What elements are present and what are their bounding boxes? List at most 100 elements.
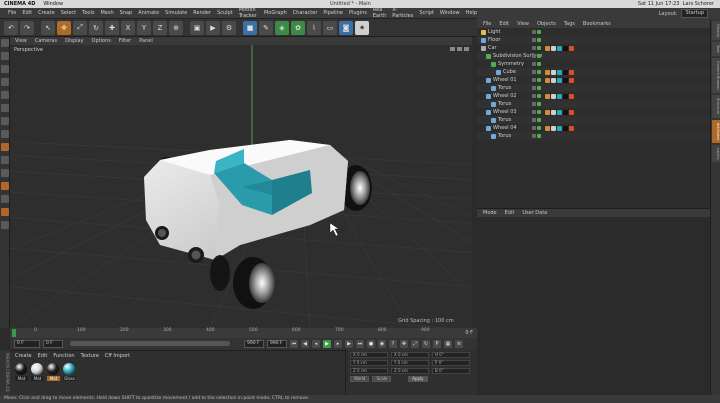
tag-icon[interactable] xyxy=(551,125,556,131)
object-visibility-flags[interactable] xyxy=(532,118,541,122)
render-view-icon[interactable]: ▣ xyxy=(190,20,204,35)
object-name[interactable]: Car xyxy=(488,44,497,52)
object-row[interactable]: Floor xyxy=(477,36,710,44)
menu-mesh[interactable]: Mesh xyxy=(100,10,113,16)
object-name-cell[interactable]: Torus xyxy=(491,100,511,108)
object-name[interactable]: Torus xyxy=(498,100,511,108)
object-name-cell[interactable]: Cube xyxy=(496,68,516,76)
material-ball-icon[interactable] xyxy=(47,363,59,375)
edges-mode-icon[interactable] xyxy=(1,104,9,112)
timeline-menu-icon[interactable]: ≡ xyxy=(455,340,463,348)
tag-icon[interactable] xyxy=(545,109,550,115)
object-menu-objects[interactable]: Objects xyxy=(537,21,556,27)
object-visibility-flags[interactable] xyxy=(532,62,541,66)
camera-icon[interactable]: ◙ xyxy=(339,20,353,35)
render-settings-icon[interactable]: ⚙ xyxy=(222,20,236,35)
menu-edit[interactable]: Edit xyxy=(22,10,32,16)
object-name[interactable]: Wheel 04 xyxy=(493,124,517,132)
menu-simulate[interactable]: Simulate xyxy=(165,10,187,16)
enabled-check-icon[interactable] xyxy=(537,118,541,122)
tag-icon[interactable] xyxy=(551,69,556,75)
object-row[interactable]: Torus xyxy=(477,100,710,108)
editor-visibility-icon[interactable] xyxy=(532,126,536,130)
object-row[interactable]: Car xyxy=(477,44,710,52)
autokey-icon[interactable]: ◉ xyxy=(378,340,386,348)
coord-field[interactable]: Y 0 cm xyxy=(350,360,388,366)
object-row[interactable]: Wheel 04 xyxy=(477,124,710,132)
keyframe-selection-icon[interactable]: ? xyxy=(389,340,397,348)
tweak-mode-icon[interactable] xyxy=(1,156,9,164)
editor-visibility-icon[interactable] xyxy=(532,102,536,106)
render-picture-viewer-icon[interactable]: ▶ xyxy=(206,20,220,35)
object-tags[interactable] xyxy=(545,125,574,131)
object-name-cell[interactable]: Floor xyxy=(481,36,500,44)
tag-icon[interactable] xyxy=(563,93,568,99)
coord-mode-world-select[interactable]: World xyxy=(350,376,370,382)
object-visibility-flags[interactable] xyxy=(532,94,541,98)
editor-visibility-icon[interactable] xyxy=(532,134,536,138)
object-row[interactable]: Wheel 01 xyxy=(477,76,710,84)
grid-icon[interactable] xyxy=(1,221,9,229)
object-name[interactable]: Floor xyxy=(488,36,500,44)
tag-icon[interactable] xyxy=(557,69,562,75)
object-name-cell[interactable]: Wheel 02 xyxy=(486,92,517,100)
object-name-cell[interactable]: Torus xyxy=(491,116,511,124)
object-name-cell[interactable]: Wheel 04 xyxy=(486,124,517,132)
object-name-cell[interactable]: Symmetry xyxy=(491,60,524,68)
previous-frame-icon[interactable]: ◂ xyxy=(312,340,320,348)
material-swatch[interactable]: Mat xyxy=(47,363,60,381)
viewport-perspective[interactable] xyxy=(10,45,472,328)
menu-motion-tracker[interactable]: Motion Tracker xyxy=(239,7,258,19)
points-mode-icon[interactable] xyxy=(1,91,9,99)
object-name[interactable]: Wheel 02 xyxy=(493,92,517,100)
side-tab-layers[interactable]: Layers xyxy=(712,144,720,163)
enabled-check-icon[interactable] xyxy=(537,70,541,74)
tag-icon[interactable] xyxy=(563,45,568,51)
tag-icon[interactable] xyxy=(563,69,568,75)
tag-icon[interactable] xyxy=(569,125,574,131)
object-row[interactable]: Wheel 02 xyxy=(477,92,710,100)
redo-icon[interactable]: ↷ xyxy=(20,20,34,35)
tag-icon[interactable] xyxy=(569,109,574,115)
menu-window[interactable]: Window xyxy=(440,10,460,16)
tag-icon[interactable] xyxy=(569,69,574,75)
tag-icon[interactable] xyxy=(551,77,556,83)
snap-icon[interactable] xyxy=(1,143,9,151)
object-name-cell[interactable]: Light xyxy=(481,28,500,36)
object-row[interactable]: Light xyxy=(477,28,710,36)
object-name[interactable]: Cube xyxy=(503,68,516,76)
menu-file[interactable]: File xyxy=(8,10,16,16)
object-row[interactable]: Torus xyxy=(477,132,710,140)
attribute-menu-user-data[interactable]: User Data xyxy=(522,210,547,216)
object-name[interactable]: Wheel 01 xyxy=(493,76,517,84)
undo-icon[interactable]: ↶ xyxy=(4,20,18,35)
coord-field[interactable]: P 0° xyxy=(432,360,470,366)
attribute-menu-mode[interactable]: Mode xyxy=(483,210,497,216)
paint-icon[interactable] xyxy=(1,208,9,216)
enabled-check-icon[interactable] xyxy=(537,126,541,130)
object-visibility-flags[interactable] xyxy=(532,30,541,34)
position-key-icon[interactable]: ✥ xyxy=(400,340,408,348)
array-icon[interactable]: ✿ xyxy=(291,20,305,35)
play-icon[interactable]: ▶ xyxy=(323,340,331,348)
enabled-check-icon[interactable] xyxy=(537,62,541,66)
editor-visibility-icon[interactable] xyxy=(532,78,536,82)
material-menu-edit[interactable]: Edit xyxy=(38,353,48,359)
app-name[interactable]: CINEMA 4D xyxy=(4,1,35,7)
editor-visibility-icon[interactable] xyxy=(532,54,536,58)
enabled-check-icon[interactable] xyxy=(537,30,541,34)
tag-icon[interactable] xyxy=(545,45,550,51)
menu-render[interactable]: Render xyxy=(193,10,211,16)
material-ball-icon[interactable] xyxy=(15,363,27,375)
parameter-key-icon[interactable]: P xyxy=(433,340,441,348)
enabled-check-icon[interactable] xyxy=(537,102,541,106)
object-name-cell[interactable]: Car xyxy=(481,44,497,52)
axis-z-button[interactable]: Z xyxy=(153,20,167,35)
object-tags[interactable] xyxy=(545,93,574,99)
object-menu-file[interactable]: File xyxy=(483,21,491,27)
current-frame-field[interactable]: 0 F xyxy=(43,340,63,348)
viewport-menu-view[interactable]: View xyxy=(15,38,27,44)
coord-field[interactable]: X 0 cm xyxy=(350,352,388,358)
record-icon[interactable]: ● xyxy=(367,340,375,348)
material-menu-texture[interactable]: Texture xyxy=(81,353,99,359)
